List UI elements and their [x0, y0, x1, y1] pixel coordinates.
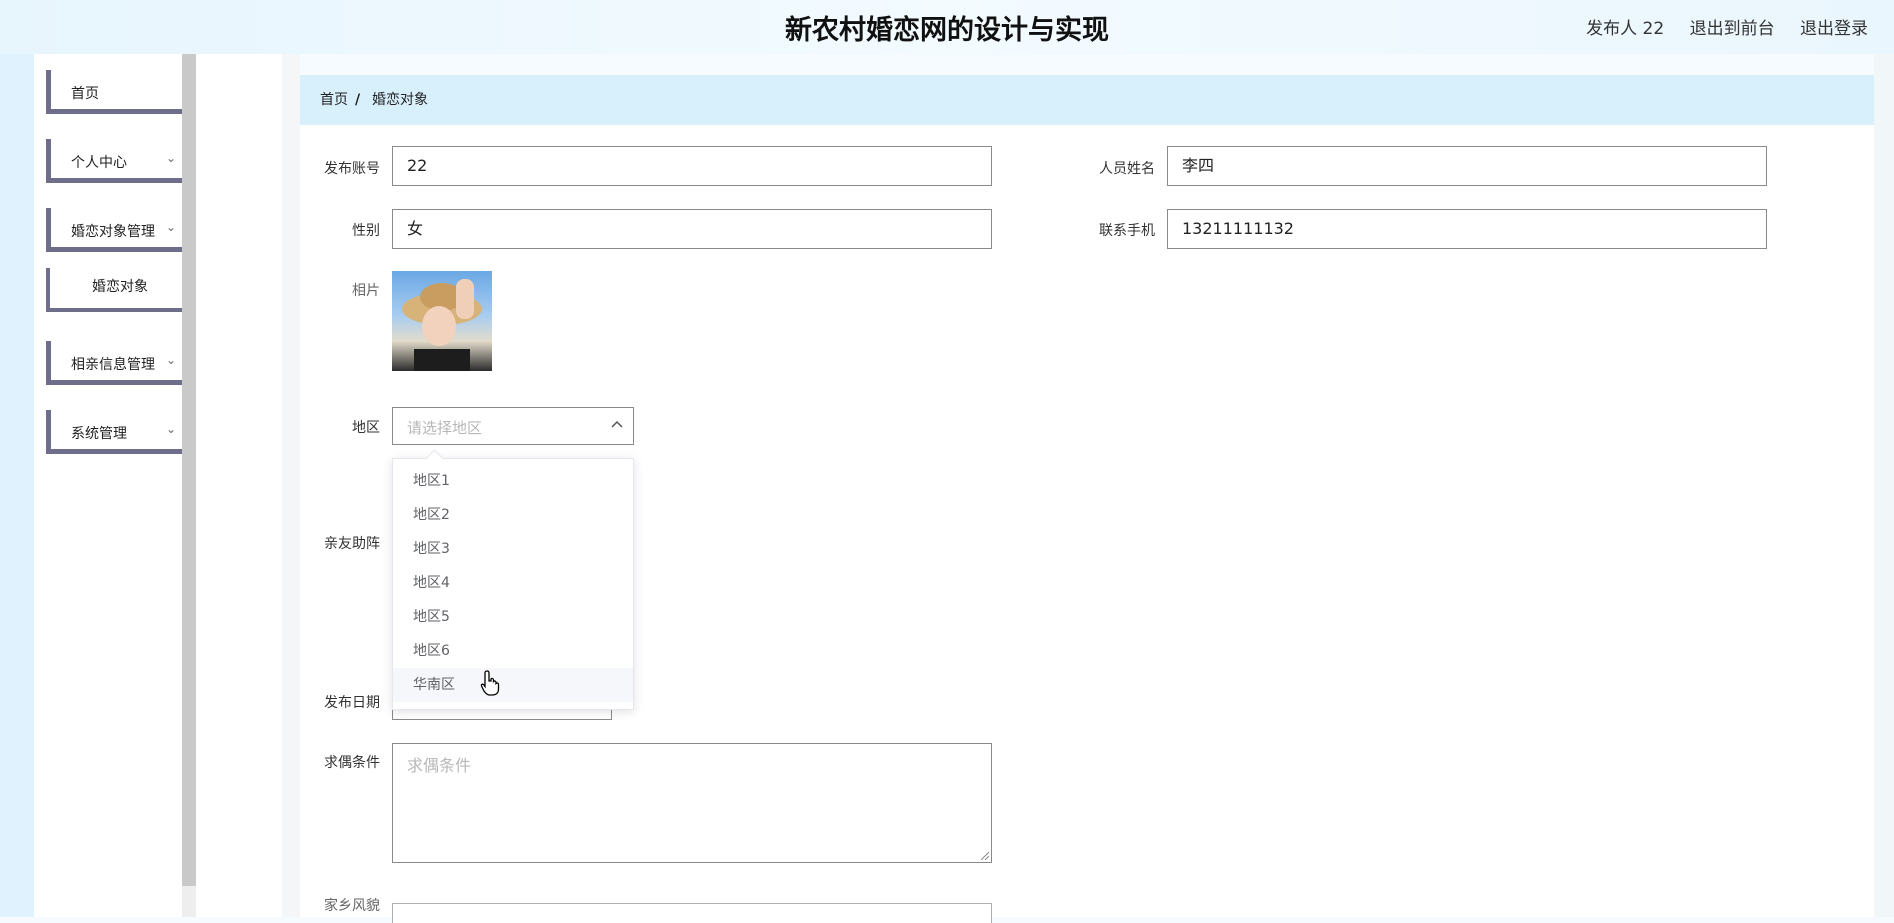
region-select-placeholder: 请选择地区: [407, 419, 483, 437]
region-option[interactable]: 地区1: [393, 464, 633, 498]
photo-image: [402, 279, 482, 371]
sidebar-item-personal-center[interactable]: 个人中心 ⌄: [46, 139, 191, 183]
top-links: 发布人 22 退出到前台 退出登录: [1566, 14, 1868, 39]
region-option[interactable]: 地区3: [393, 532, 633, 566]
date-label: 发布日期: [324, 695, 380, 711]
top-header: 新农村婚恋网的设计与实现 发布人 22 退出到前台 退出登录: [0, 0, 1894, 54]
sidebar-item-label: 个人中心: [71, 155, 127, 171]
sidebar: 首页 个人中心 ⌄ 婚恋对象管理 ⌄ 婚恋对象 相亲信息管理 ⌄ 系统管理 ⌄: [34, 54, 194, 917]
region-option[interactable]: 地区6: [393, 634, 633, 668]
chevron-down-icon: ⌄: [165, 422, 176, 436]
sidebar-scrollbar[interactable]: [182, 54, 196, 917]
region-select[interactable]: 请选择地区: [392, 407, 634, 445]
sidebar-scroll-track: [182, 886, 196, 917]
region-option-hovered[interactable]: 华南区: [393, 668, 633, 702]
requirement-textarea[interactable]: 求偶条件: [392, 743, 992, 863]
photo-label: 相片: [352, 283, 380, 299]
chevron-down-icon: ⌄: [165, 220, 176, 234]
breadcrumb-current: 婚恋对象: [372, 92, 428, 108]
phone-label: 联系手机: [1099, 223, 1155, 239]
sidebar-item-home[interactable]: 首页: [46, 70, 191, 114]
account-label: 发布账号: [324, 161, 380, 177]
page-gutter: [196, 54, 282, 917]
right-background: [1874, 54, 1894, 917]
region-dropdown: 地区1 地区2 地区3 地区4 地区5 地区6 华南区: [392, 449, 634, 710]
region-label: 地区: [352, 420, 380, 436]
sidebar-item-label: 首页: [71, 86, 99, 102]
chevron-down-icon: ⌄: [165, 151, 176, 165]
sidebar-item-label: 婚恋对象管理: [71, 224, 155, 240]
profile-photo[interactable]: [392, 271, 492, 371]
requirement-label: 求偶条件: [324, 755, 380, 771]
region-option[interactable]: 地区4: [393, 566, 633, 600]
region-option[interactable]: 地区2: [393, 498, 633, 532]
breadcrumb-home[interactable]: 首页: [320, 75, 348, 125]
chevron-down-icon: ⌄: [165, 353, 176, 367]
chevron-up-icon: [611, 420, 623, 428]
hometown-textarea[interactable]: [392, 903, 992, 923]
to-frontend-link[interactable]: 退出到前台: [1690, 19, 1775, 39]
requirement-placeholder: 求偶条件: [407, 756, 472, 775]
hometown-label: 家乡风貌: [324, 898, 380, 914]
page-gutter-strip: [282, 54, 300, 917]
logout-link[interactable]: 退出登录: [1800, 19, 1868, 39]
sidebar-subitem-partner[interactable]: 婚恋对象: [46, 268, 194, 312]
gender-label: 性别: [352, 223, 380, 239]
friends-label: 亲友助阵: [324, 536, 380, 552]
name-label: 人员姓名: [1099, 161, 1155, 177]
resize-grip-icon[interactable]: [979, 850, 989, 860]
region-option[interactable]: 地区5: [393, 600, 633, 634]
gender-input[interactable]: 女: [392, 209, 992, 249]
breadcrumb-separator: /: [355, 92, 361, 108]
current-user-label: 发布人 22: [1586, 19, 1665, 39]
sidebar-item-partner-management[interactable]: 婚恋对象管理 ⌄: [46, 208, 191, 252]
sidebar-item-label: 相亲信息管理: [71, 357, 155, 373]
left-background: [0, 54, 34, 917]
sidebar-item-matchmaking-management[interactable]: 相亲信息管理 ⌄: [46, 341, 191, 385]
hand-cursor-icon: [480, 670, 500, 696]
phone-input[interactable]: 13211111132: [1167, 209, 1767, 249]
breadcrumb: 首页 / 婚恋对象: [300, 75, 1874, 125]
account-input[interactable]: 22: [392, 146, 992, 186]
sidebar-item-label: 系统管理: [71, 426, 127, 442]
name-input[interactable]: 李四: [1167, 146, 1767, 186]
sidebar-item-system-management[interactable]: 系统管理 ⌄: [46, 410, 191, 454]
